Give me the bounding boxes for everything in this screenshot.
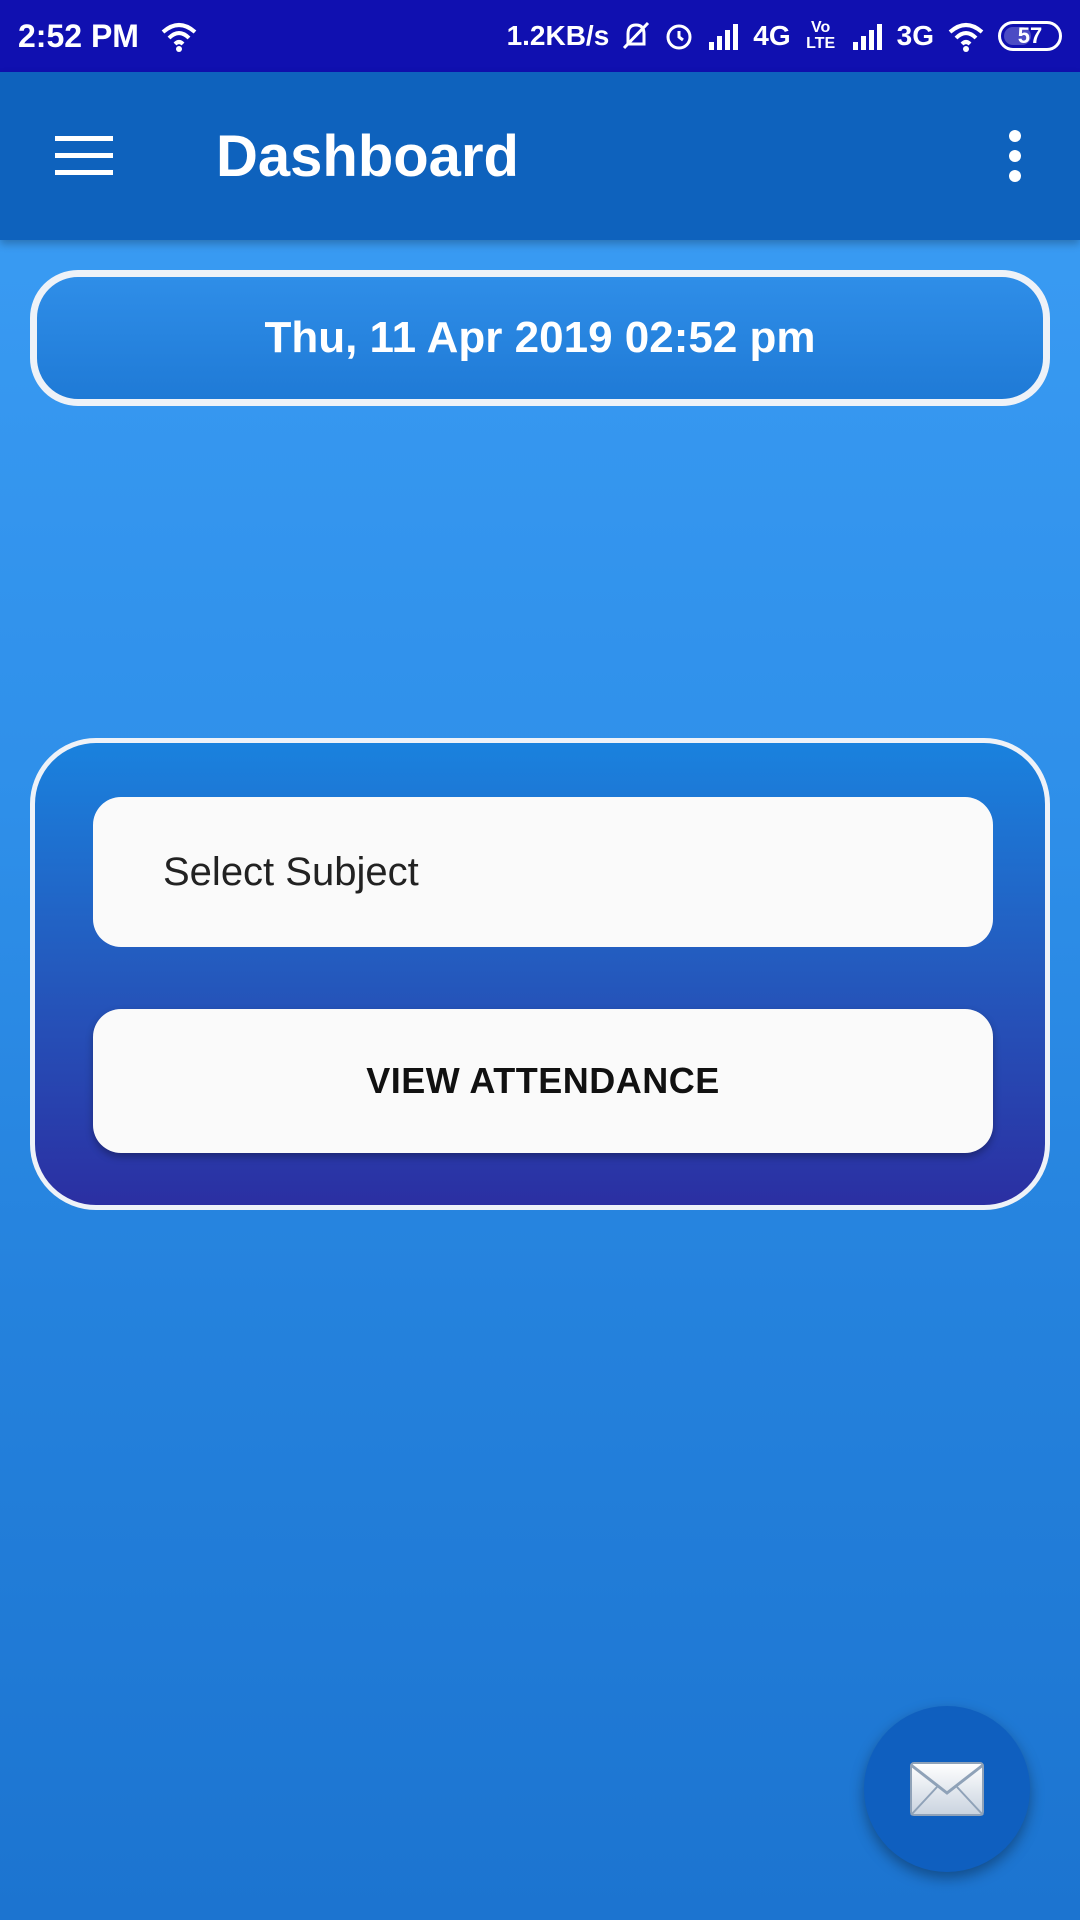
network-type-1: 4G xyxy=(753,20,791,51)
signal-icon-2 xyxy=(851,22,885,50)
subject-select-label: Select Subject xyxy=(163,849,419,894)
battery-level: 57 xyxy=(1017,23,1043,48)
mail-fab-button[interactable] xyxy=(864,1706,1030,1872)
menu-button[interactable] xyxy=(34,106,134,206)
alarm-icon xyxy=(663,20,695,52)
page-title: Dashboard xyxy=(216,123,519,189)
view-attendance-button[interactable]: VIEW ATTENDANCE xyxy=(93,1009,993,1153)
attendance-card: Select Subject VIEW ATTENDANCE xyxy=(30,738,1050,1210)
view-attendance-label: VIEW ATTENDANCE xyxy=(366,1060,720,1101)
mail-icon xyxy=(910,1762,984,1816)
more-vert-icon xyxy=(1009,130,1021,182)
status-bar: 2:52 PM 1.2KB/s 4G Vo LTE 3G 57 xyxy=(0,0,1080,72)
signal-icon xyxy=(707,22,741,50)
wifi-icon xyxy=(159,20,199,52)
wifi-icon-2 xyxy=(946,20,986,52)
app-bar: Dashboard xyxy=(0,72,1080,240)
volte-badge: Vo LTE xyxy=(806,19,836,52)
status-time: 2:52 PM xyxy=(18,17,139,54)
date-time-display: Thu, 11 Apr 2019 02:52 pm xyxy=(30,270,1050,406)
subject-select[interactable]: Select Subject xyxy=(93,797,993,947)
date-time-text: Thu, 11 Apr 2019 02:52 pm xyxy=(264,313,816,362)
battery-icon: 57 xyxy=(998,21,1062,51)
more-options-button[interactable] xyxy=(980,106,1050,206)
network-type-2: 3G xyxy=(896,20,934,51)
net-speed: 1.2KB/s xyxy=(506,20,610,51)
hamburger-icon xyxy=(55,136,113,175)
bell-muted-icon xyxy=(621,20,651,52)
